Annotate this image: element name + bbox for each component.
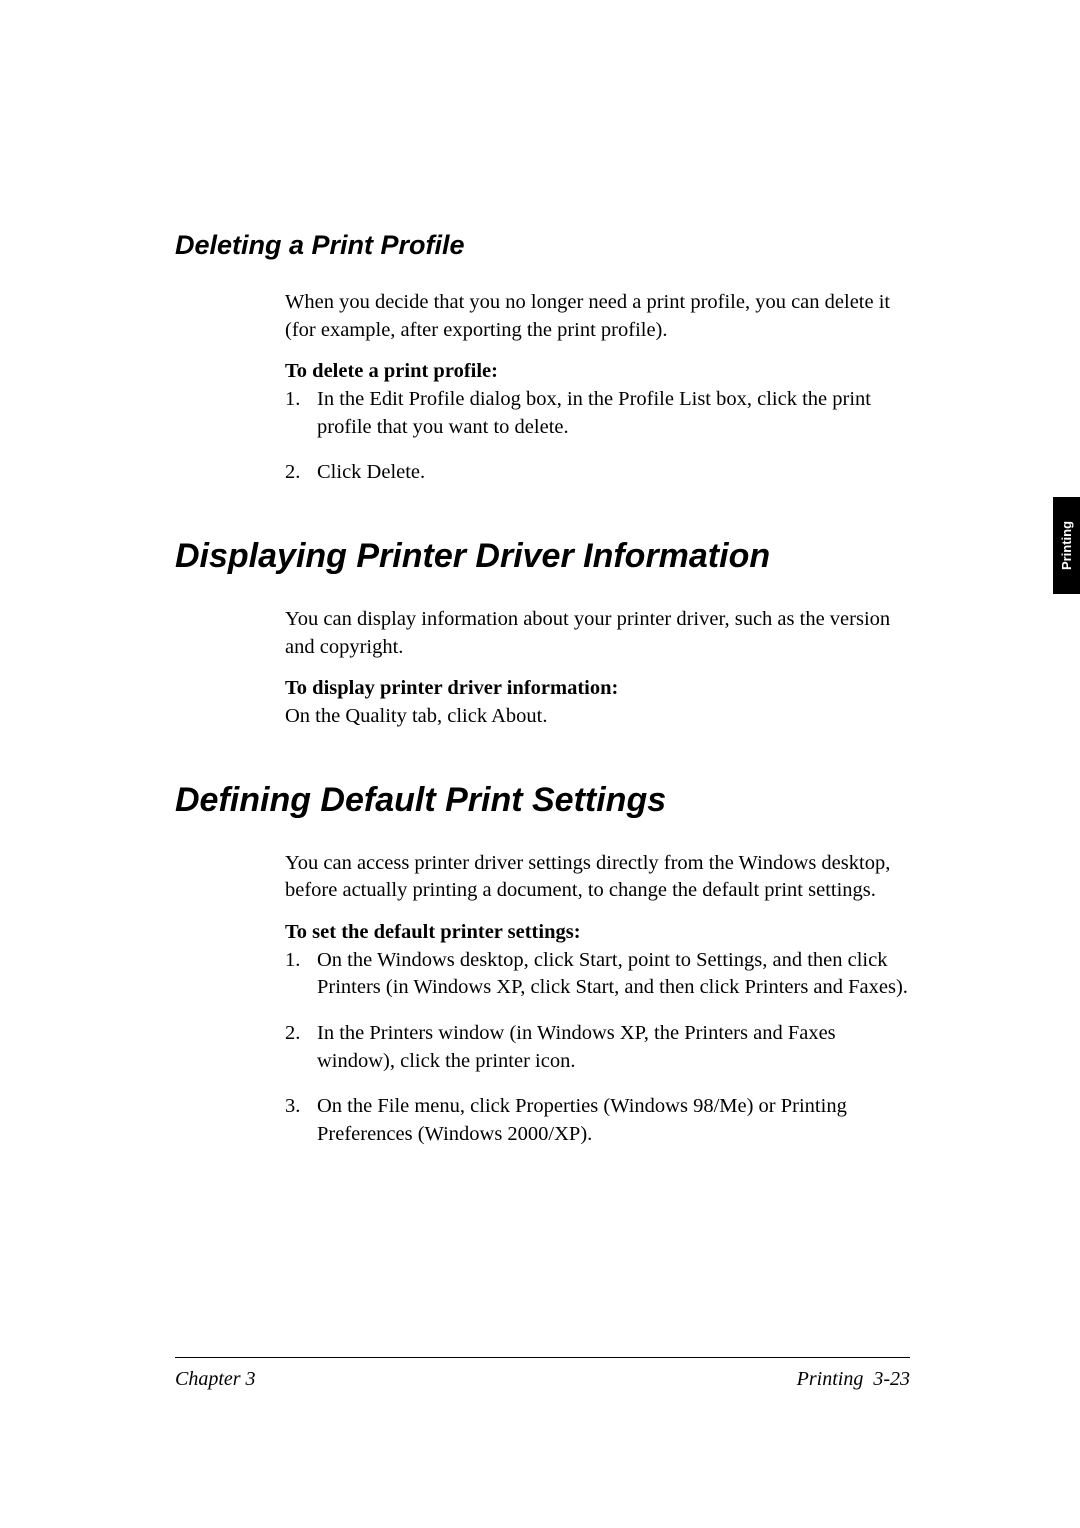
footer-page-number: 3-23 — [873, 1368, 910, 1391]
list-item: 2. In the Printers window (in Windows XP… — [285, 1020, 910, 1075]
list-text: Click Delete. — [317, 459, 910, 487]
list-number: 2. — [285, 459, 317, 487]
section-displaying: You can display information about your p… — [175, 606, 910, 731]
footer-chapter: Chapter 3 — [175, 1368, 256, 1391]
list-number: 1. — [285, 947, 317, 1002]
footer-section-name: Printing — [797, 1368, 864, 1391]
deleting-intro-text: When you decide that you no longer need … — [285, 289, 910, 344]
heading-deleting-profile: Deleting a Print Profile — [175, 230, 910, 261]
footer-right: Printing 3-23 — [797, 1368, 910, 1391]
deleting-bold-heading: To delete a print profile: — [285, 358, 910, 386]
heading-displaying-info: Displaying Printer Driver Information — [175, 537, 910, 576]
list-item: 3. On the File menu, click Properties (W… — [285, 1093, 910, 1148]
section-deleting: When you decide that you no longer need … — [175, 289, 910, 487]
list-text: On the Windows desktop, click Start, poi… — [317, 947, 910, 1002]
list-text: On the File menu, click Properties (Wind… — [317, 1093, 910, 1148]
side-tab: Printing — [1053, 497, 1080, 594]
section-defining: You can access printer driver settings d… — [175, 850, 910, 1149]
list-number: 2. — [285, 1020, 317, 1075]
list-item: 1. On the Windows desktop, click Start, … — [285, 947, 910, 1002]
page-content: Deleting a Print Profile When you decide… — [0, 0, 1080, 1149]
defining-bold-heading: To set the default printer settings: — [285, 919, 910, 947]
defining-intro-text: You can access printer driver settings d… — [285, 850, 910, 905]
list-text: In the Printers window (in Windows XP, t… — [317, 1020, 910, 1075]
list-item: 2. Click Delete. — [285, 459, 910, 487]
list-text: In the Edit Profile dialog box, in the P… — [317, 386, 910, 441]
list-item: 1. In the Edit Profile dialog box, in th… — [285, 386, 910, 441]
page-footer: Chapter 3 Printing 3-23 — [175, 1357, 910, 1391]
displaying-bold-heading: To display printer driver information: — [285, 675, 910, 703]
list-number: 1. — [285, 386, 317, 441]
list-number: 3. — [285, 1093, 317, 1148]
displaying-intro-text: You can display information about your p… — [285, 606, 910, 661]
displaying-step-text: On the Quality tab, click About. — [285, 703, 910, 731]
side-tab-label: Printing — [1059, 521, 1074, 570]
heading-defining-settings: Defining Default Print Settings — [175, 781, 910, 820]
